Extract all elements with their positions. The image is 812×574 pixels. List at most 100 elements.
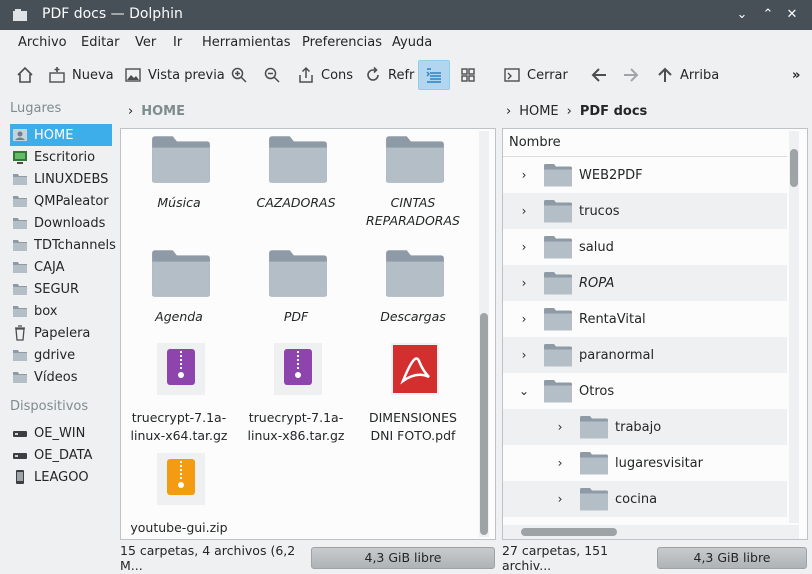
forward-button[interactable] [622, 60, 640, 90]
minimize-icon[interactable]: ⌄ [732, 5, 752, 25]
file-item[interactable]: Descargas [355, 247, 471, 347]
device-item-leagoo[interactable]: LEAGOO [10, 466, 112, 488]
file-item[interactable]: truecrypt-7.1a-linux-x86.tar.gz [238, 341, 354, 443]
tree-row[interactable]: ⌄ Otros [503, 373, 787, 409]
chevron-down-icon[interactable]: ⌄ [515, 384, 533, 398]
right-scrollbar-thumb[interactable] [790, 149, 798, 187]
tree-row[interactable]: › WEB2PDF [503, 157, 787, 193]
file-item[interactable]: youtube-gui.zip [121, 451, 237, 539]
left-crumb-home[interactable]: HOME [141, 104, 185, 119]
horizontal-scrollbar-thumb[interactable] [521, 528, 617, 536]
place-item-gdrive[interactable]: gdrive [10, 344, 112, 366]
title-bar[interactable]: PDF docs — Dolphin ⌄ ⌃ ✕ [0, 0, 812, 30]
up-button[interactable]: Arriba [656, 60, 719, 90]
menu-bar: Archivo Editar Ver Ir Herramientas Prefe… [0, 30, 812, 56]
file-item-label: truecrypt-7.1a-linux-x86.tar.gz [247, 410, 345, 443]
file-item[interactable]: DIMENSIONES DNI FOTO.pdf [355, 341, 471, 443]
place-item-label: Papelera [34, 325, 91, 341]
more-toolbar-button[interactable]: » [792, 60, 800, 90]
menu-ir[interactable]: Ir [173, 35, 182, 50]
arrow-left-icon [591, 68, 606, 82]
close-split-button[interactable]: Cerrar [503, 60, 568, 90]
file-item[interactable]: PDF [238, 247, 354, 347]
tree-row[interactable]: › RentaVital [503, 301, 787, 337]
preview-button[interactable]: Vista previa [124, 60, 225, 90]
archive-icon [274, 343, 322, 395]
back-button[interactable] [590, 60, 608, 90]
file-item[interactable]: truecrypt-7.1a-linux-x64.tar.gz [121, 341, 237, 443]
right-crumb-home[interactable]: HOME [519, 104, 558, 119]
folder-icon [386, 250, 444, 297]
place-item-segur[interactable]: SEGUR [10, 278, 112, 300]
column-header-name[interactable]: Nombre [503, 129, 787, 157]
maximize-icon[interactable]: ⌃ [758, 5, 778, 25]
tree-row-label: salud [579, 239, 614, 255]
zoom-out-button[interactable] [263, 60, 281, 90]
chevron-right-icon[interactable]: › [551, 420, 569, 434]
place-item-home[interactable]: HOME [10, 124, 112, 146]
refresh-label: Refr [388, 67, 415, 83]
horizontal-scrollbar[interactable] [503, 525, 799, 539]
up-label: Arriba [680, 67, 720, 83]
place-item-papelera[interactable]: Papelera [10, 322, 112, 344]
device-item-oe_win[interactable]: OE_WIN [10, 422, 112, 444]
tree-row-label: WEB2PDF [579, 167, 643, 183]
menu-ayuda[interactable]: Ayuda [392, 35, 432, 50]
folder-icon [269, 250, 327, 297]
place-item-label: SEGUR [34, 281, 80, 297]
left-scrollbar[interactable] [479, 131, 489, 537]
chevron-right-icon: › [128, 103, 134, 119]
icons-view-button[interactable] [459, 60, 477, 90]
place-item-caja[interactable]: CAJA [10, 256, 112, 278]
menu-herramientas[interactable]: Herramientas [202, 35, 291, 50]
right-crumb-current[interactable]: PDF docs [580, 104, 647, 119]
file-item[interactable]: Música [121, 133, 237, 233]
chevron-right-icon[interactable]: › [515, 348, 533, 362]
chevron-right-icon[interactable]: › [515, 312, 533, 326]
folder-icon [13, 306, 27, 317]
place-item-downloads[interactable]: Downloads [10, 212, 112, 234]
menu-ver[interactable]: Ver [135, 35, 156, 50]
menu-editar[interactable]: Editar [81, 35, 120, 50]
left-free-space-bar[interactable]: 4,3 GiB libre [311, 547, 495, 569]
left-scrollbar-thumb[interactable] [480, 313, 488, 535]
menu-preferencias[interactable]: Preferencias [302, 35, 382, 50]
file-item[interactable]: Agenda [121, 247, 237, 347]
menu-archivo[interactable]: Archivo [18, 35, 67, 50]
place-item-qmpaleator[interactable]: QMPaleator [10, 190, 112, 212]
tree-row[interactable]: › trabajo [503, 409, 787, 445]
file-item[interactable]: CAZADORAS [238, 133, 354, 233]
refresh-button[interactable]: Refr [364, 60, 414, 90]
tree-row[interactable]: › salud [503, 229, 787, 265]
place-item-tdtchannels[interactable]: TDTchannels [10, 234, 116, 256]
zoom-in-button[interactable] [230, 60, 248, 90]
tree-row[interactable]: › paranormal [503, 337, 787, 373]
tree-row[interactable]: › lugaresvisitar [503, 445, 787, 481]
right-scrollbar[interactable] [789, 131, 799, 523]
chevron-right-icon[interactable]: › [515, 204, 533, 218]
place-item-escritorio[interactable]: Escritorio [10, 146, 112, 168]
chevron-right-icon[interactable]: › [551, 456, 569, 470]
home-button[interactable] [16, 60, 34, 90]
device-item-oe_data[interactable]: OE_DATA [10, 444, 112, 466]
place-item-linuxdebs[interactable]: LINUXDEBS [10, 168, 112, 190]
cons-button[interactable]: Cons [297, 60, 353, 90]
place-item-box[interactable]: box [10, 300, 112, 322]
new-tab-button[interactable]: Nueva [48, 60, 114, 90]
right-view-pane[interactable]: Nombre › WEB2PDF › trucos › salud › ROPA › RentaV… [502, 128, 808, 540]
folder-icon [580, 488, 608, 511]
place-item-vídeos[interactable]: Vídeos [10, 366, 112, 388]
left-view-pane[interactable]: Música CAZADORAS CINTAS REPARADORAS Agenda P… [120, 128, 496, 540]
tree-row[interactable]: › cocina [503, 481, 787, 517]
right-free-space-bar[interactable]: 4,3 GiB libre [657, 547, 807, 569]
chevron-right-icon[interactable]: › [515, 240, 533, 254]
chevron-right-icon[interactable]: › [515, 276, 533, 290]
tree-row[interactable]: › trucos [503, 193, 787, 229]
tree-row[interactable]: › ROPA [503, 265, 787, 301]
details-view-button[interactable] [418, 60, 450, 90]
file-item-label: CINTAS REPARADORAS [366, 195, 460, 228]
file-item[interactable]: CINTAS REPARADORAS [355, 133, 471, 233]
close-window-icon[interactable]: ✕ [782, 5, 802, 25]
chevron-right-icon[interactable]: › [515, 168, 533, 182]
chevron-right-icon[interactable]: › [551, 492, 569, 506]
